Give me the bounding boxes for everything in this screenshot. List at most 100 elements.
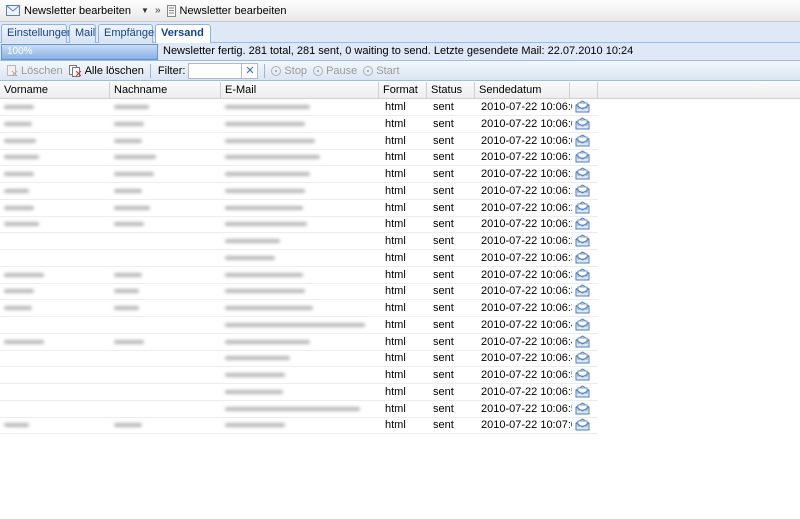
open-mail-icon[interactable] [575, 368, 590, 381]
open-mail-icon[interactable] [575, 184, 590, 197]
redacted-text [4, 121, 32, 126]
table-row[interactable]: html sent 2010-07-22 10:06:48 [0, 350, 598, 368]
pause-icon [313, 65, 324, 76]
cell-vorname [0, 133, 110, 149]
cell-nachname [110, 233, 221, 249]
delete-button[interactable]: Löschen [3, 62, 66, 80]
chevron-down-icon[interactable]: ▼ [141, 6, 149, 15]
open-mail-icon[interactable] [575, 385, 590, 398]
cell-sendedatum: 2010-07-22 10:06:42 [481, 318, 572, 331]
redacted-text [4, 272, 44, 277]
start-button[interactable]: Start [360, 62, 402, 80]
column-header-email[interactable]: E-Mail [221, 82, 379, 99]
table-row[interactable]: html sent 2010-07-22 10:06:27 [0, 233, 598, 250]
column-header-vorname[interactable]: Vorname [0, 82, 110, 99]
cell-vorname [0, 116, 110, 132]
cell-vorname [0, 200, 110, 216]
open-mail-icon[interactable] [575, 334, 590, 348]
open-mail-icon[interactable] [575, 200, 590, 214]
cell-vorname [0, 334, 110, 350]
open-mail-icon[interactable] [575, 301, 590, 314]
table-row[interactable]: html sent 2010-07-22 10:06:34 [0, 267, 598, 284]
tab-empfaenger[interactable]: Empfänger [98, 24, 158, 43]
open-mail-icon[interactable] [575, 418, 590, 431]
redacted-text [225, 172, 310, 176]
open-mail-icon[interactable] [575, 167, 590, 180]
redacted-text [114, 105, 149, 109]
open-mail-icon[interactable] [575, 133, 590, 147]
table-row[interactable]: html sent 2010-07-22 10:07:00 [0, 417, 598, 435]
table-row[interactable]: html sent 2010-07-22 10:06:37 [0, 283, 598, 301]
open-mail-icon[interactable] [575, 217, 590, 230]
table-row[interactable]: html sent 2010-07-22 10:06:30 [0, 250, 598, 267]
open-mail-icon[interactable] [575, 318, 590, 331]
table-row[interactable]: html sent 2010-07-22 10:06:24 [0, 216, 598, 234]
stop-button[interactable]: Stop [268, 62, 310, 80]
tab-versand[interactable]: Versand [155, 24, 211, 44]
cell-vorname [0, 99, 110, 115]
table-row[interactable]: html sent 2010-07-22 10:06:12 [0, 149, 598, 167]
open-mail-icon[interactable] [575, 401, 590, 415]
delete-all-button[interactable]: Alle löschen [66, 62, 147, 80]
cell-sendedatum: 2010-07-22 10:06:06 [481, 117, 572, 130]
table-row[interactable]: html sent 2010-07-22 10:06:54 [0, 384, 598, 401]
cell-nachname [110, 417, 221, 433]
table-row[interactable]: html sent 2010-07-22 10:06:51 [0, 367, 598, 384]
clear-filter-icon[interactable]: ✕ [242, 62, 259, 79]
column-header-sendedatum[interactable]: Sendedatum [475, 82, 570, 99]
cell-format: html [385, 101, 406, 113]
table-row[interactable]: html sent 2010-07-22 10:06:03 [0, 99, 598, 116]
cell-status: sent [433, 201, 454, 214]
cell-vorname [0, 367, 110, 383]
redacted-text [225, 255, 275, 260]
open-mail-icon[interactable] [575, 351, 590, 364]
cell-vorname [0, 384, 110, 400]
toolbar: Löschen Alle löschen Filter: ✕ Stop Paus… [0, 61, 800, 81]
table-row[interactable]: html sent 2010-07-22 10:06:09 [0, 133, 598, 150]
table-row[interactable]: html sent 2010-07-22 10:06:18 [0, 183, 598, 200]
open-mail-icon[interactable] [575, 267, 590, 281]
redacted-text [4, 138, 36, 143]
filter-input[interactable] [188, 62, 243, 79]
cell-email [221, 99, 379, 115]
cell-status: sent [433, 134, 454, 147]
open-mail-icon[interactable] [575, 100, 590, 113]
table-row[interactable]: html sent 2010-07-22 10:06:45 [0, 334, 598, 351]
table-row[interactable]: html sent 2010-07-22 10:06:57 [0, 401, 598, 418]
cell-format: html [385, 302, 406, 314]
breadcrumb-item-newsletter[interactable]: Newsletter bearbeiten ▼ [3, 1, 152, 21]
cell-sendedatum: 2010-07-22 10:06:30 [481, 251, 572, 264]
cell-status: sent [433, 235, 454, 247]
table-row[interactable]: html sent 2010-07-22 10:06:06 [0, 116, 598, 133]
table-row[interactable]: html sent 2010-07-22 10:06:21 [0, 200, 598, 217]
redacted-text [4, 172, 34, 176]
column-header-format[interactable]: Format [379, 82, 427, 99]
cell-sendedatum: 2010-07-22 10:06:21 [481, 201, 572, 214]
redacted-text [114, 272, 142, 277]
cell-email [221, 384, 379, 400]
cell-sendedatum: 2010-07-22 10:06:12 [481, 151, 572, 164]
tab-mail[interactable]: Mail [69, 24, 96, 43]
start-icon [363, 65, 374, 76]
cell-status: sent [433, 335, 454, 348]
redacted-text [114, 289, 139, 294]
redacted-text [114, 188, 142, 193]
cell-sendedatum: 2010-07-22 10:06:57 [481, 402, 572, 415]
cell-nachname [110, 216, 221, 232]
open-mail-icon[interactable] [575, 117, 590, 130]
cell-status: sent [433, 402, 454, 415]
open-mail-icon[interactable] [575, 284, 590, 297]
table-row[interactable]: html sent 2010-07-22 10:06:39 [0, 300, 598, 317]
open-mail-icon[interactable] [575, 234, 590, 247]
open-mail-icon[interactable] [575, 251, 590, 264]
column-header-status[interactable]: Status [427, 82, 475, 99]
pause-button[interactable]: Pause [310, 62, 360, 80]
table-row[interactable]: html sent 2010-07-22 10:06:17 [0, 166, 598, 183]
open-mail-icon[interactable] [575, 150, 590, 163]
table-row[interactable]: html sent 2010-07-22 10:06:42 [0, 317, 598, 334]
redacted-text [225, 356, 290, 361]
cell-email [221, 267, 379, 283]
column-header-nachname[interactable]: Nachname [110, 82, 221, 99]
tab-einstellungen[interactable]: Einstellungen [1, 24, 73, 43]
cell-nachname [110, 283, 221, 299]
